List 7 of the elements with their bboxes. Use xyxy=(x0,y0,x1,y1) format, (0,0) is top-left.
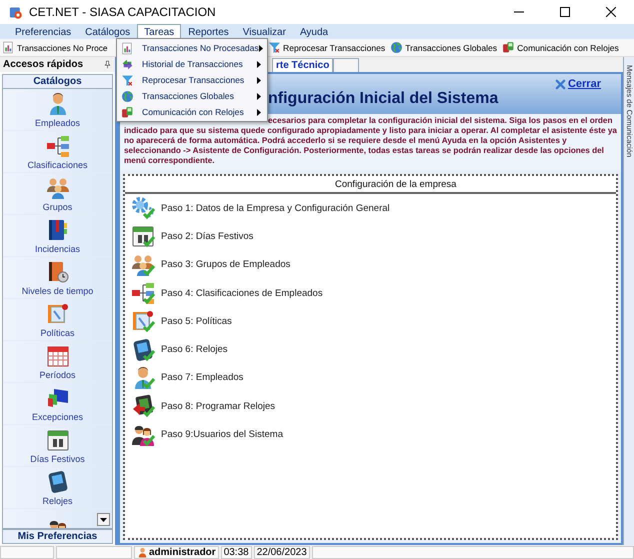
window-title: CET.NET - SIASA CAPACITACION xyxy=(29,5,217,19)
status-date: 22/06/2023 xyxy=(254,546,310,559)
page-title: nfiguración Inicial del Sistema xyxy=(268,90,498,108)
status-time: 03:38 xyxy=(220,546,252,559)
panel-title: Accesos rápidos xyxy=(3,59,84,70)
status-user: administrador xyxy=(149,547,216,558)
panel-header: Configuración de la empresa xyxy=(335,178,456,190)
